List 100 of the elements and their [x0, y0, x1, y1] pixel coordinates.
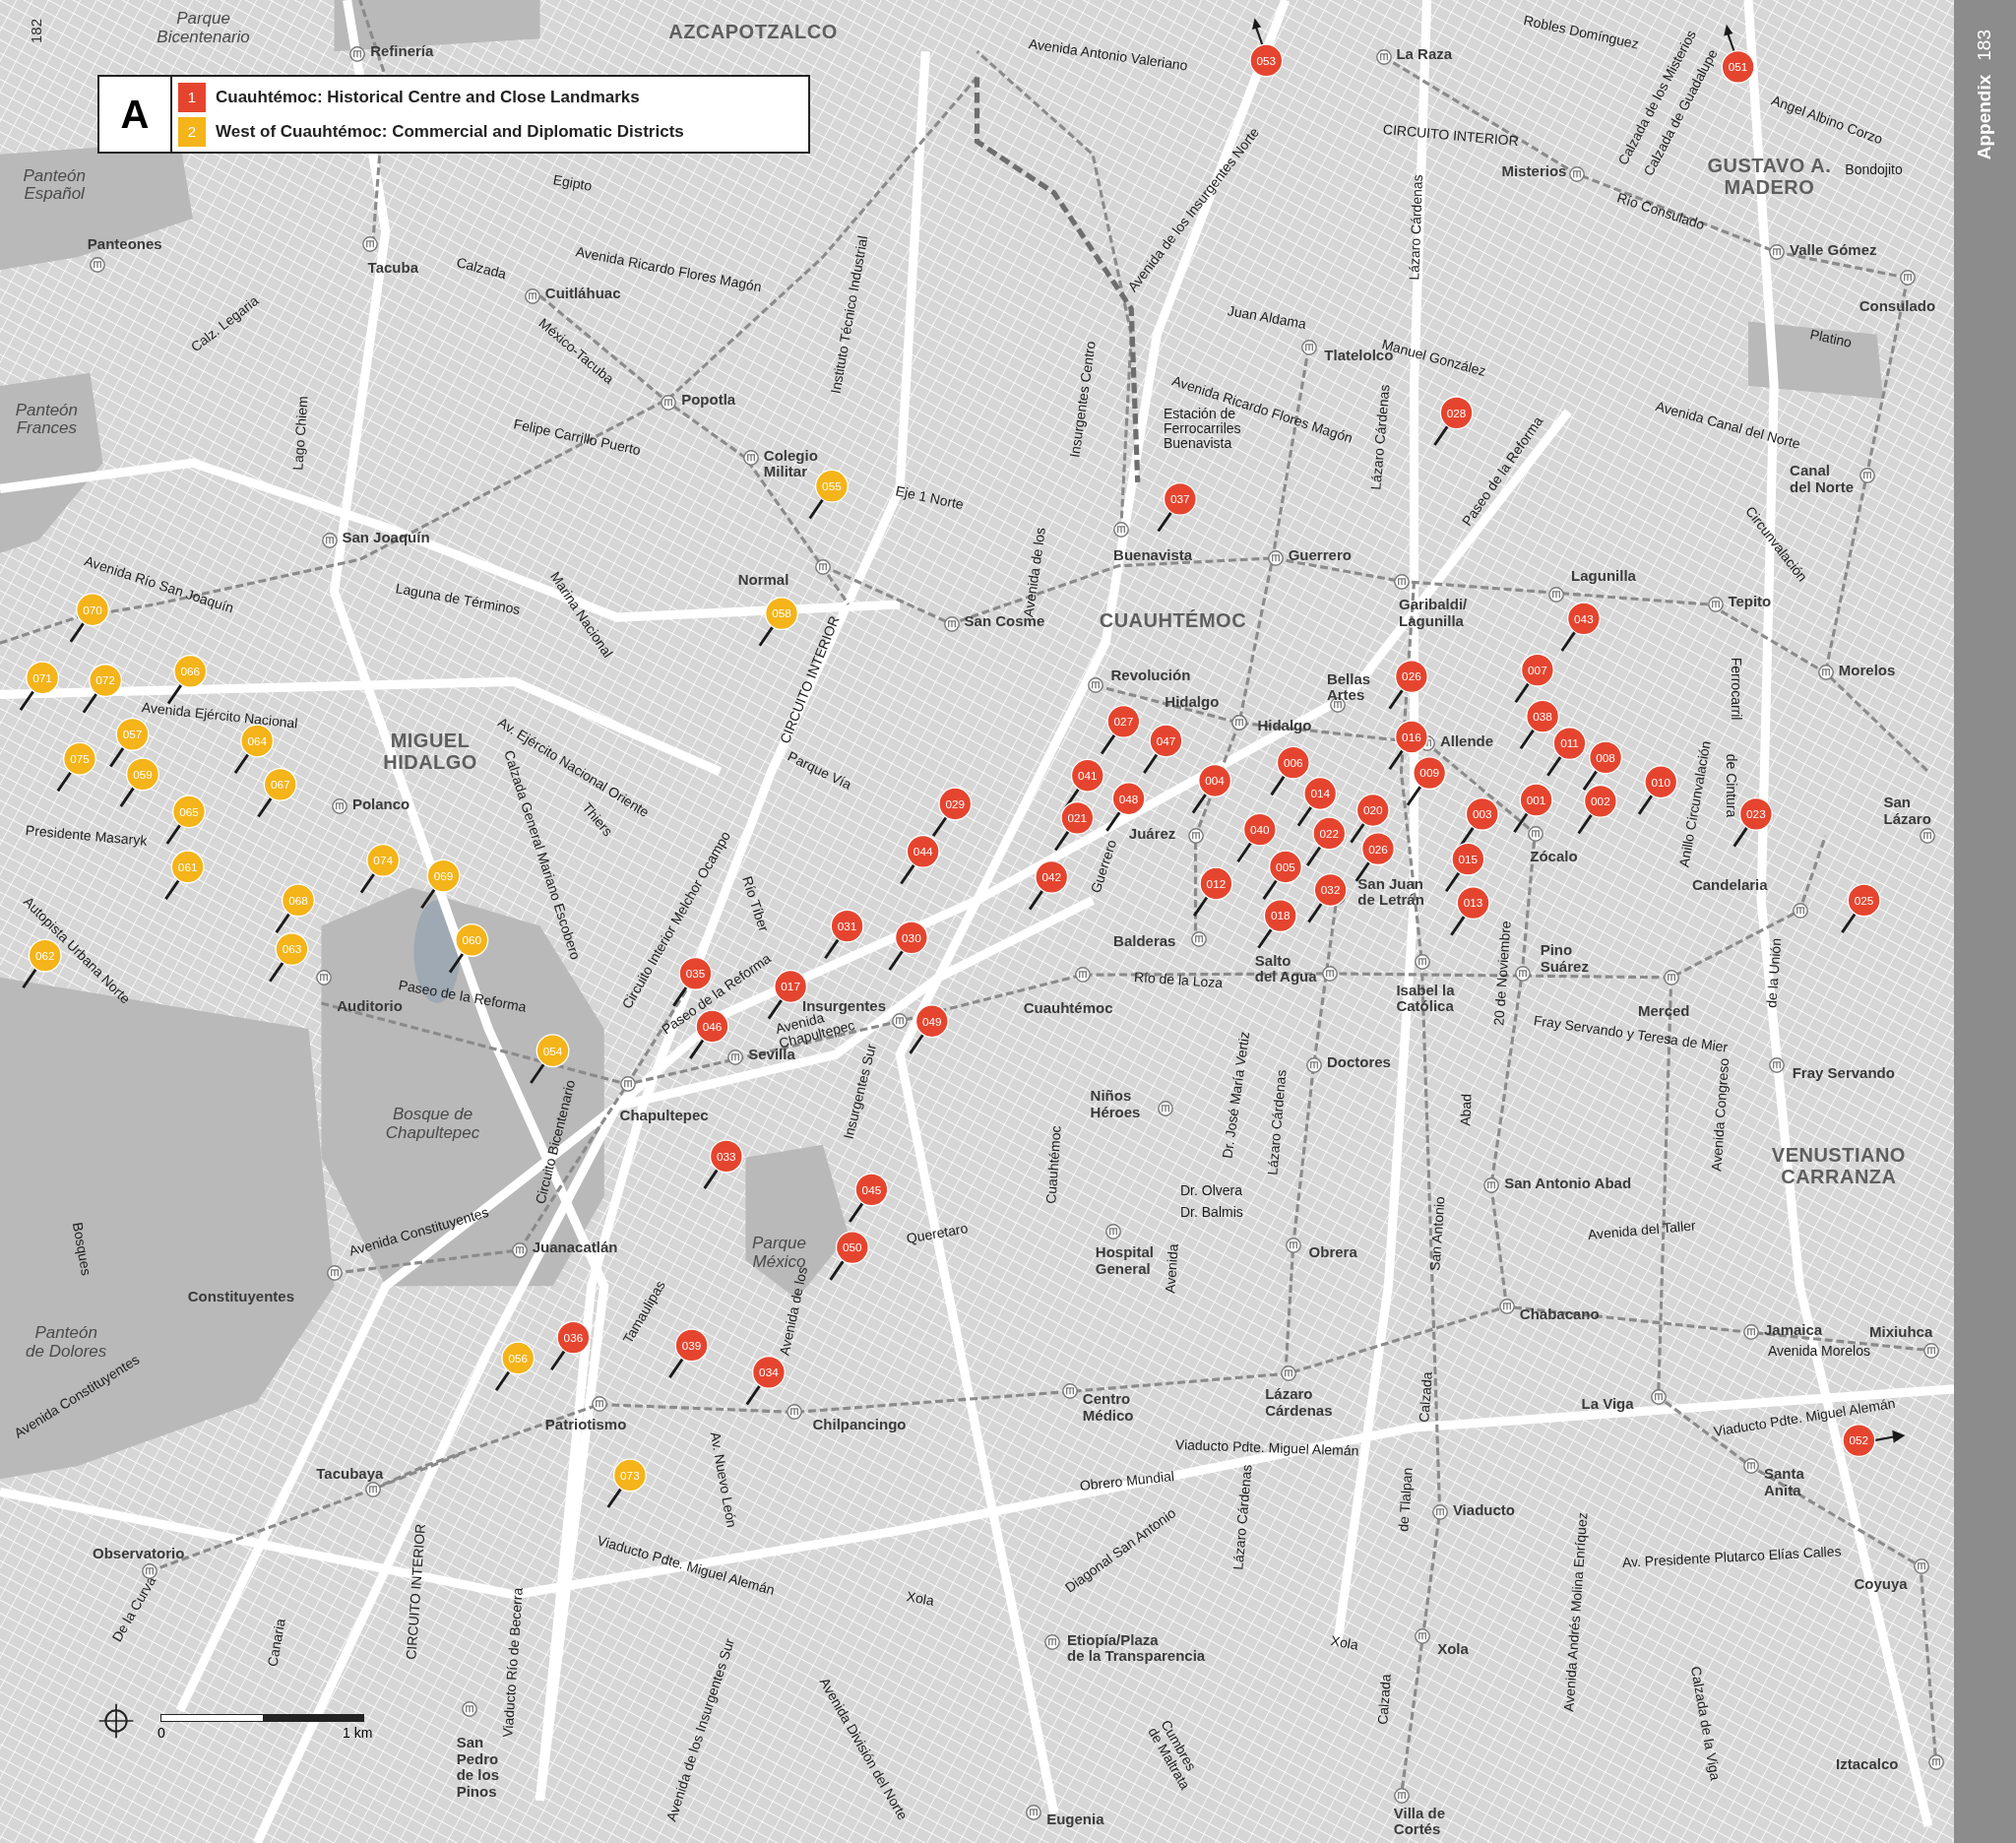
map-pin: 072 — [82, 664, 123, 714]
crosshair-icon — [96, 1701, 136, 1741]
map-pin: 005 — [1262, 850, 1302, 900]
street-label: CIRCUITO INTERIOR — [404, 1523, 429, 1661]
street-label: Eje 1 Norte — [894, 483, 966, 513]
map-pin: 039 — [668, 1328, 709, 1378]
page-number: 182 — [28, 18, 44, 43]
station-label: Santa Anita — [1764, 1466, 1804, 1498]
section-title: Appendix — [1974, 74, 1995, 160]
station-label: Balderas — [1113, 933, 1176, 950]
station-label: Lázaro Cárdenas — [1265, 1386, 1333, 1419]
station-label: Zócalo — [1530, 849, 1578, 865]
station-label: Iztacalco — [1836, 1756, 1899, 1773]
station-label: Eugenia — [1046, 1811, 1104, 1828]
map-pin: 061 — [164, 850, 205, 900]
street-label: Calzada — [1375, 1673, 1395, 1725]
street-label: Bosques — [69, 1221, 94, 1277]
map-pin: 040 — [1236, 812, 1277, 863]
street-label: Angel Albino Corzo — [1769, 93, 1885, 148]
street-label: Platino — [1808, 326, 1854, 350]
map-pin: 030 — [888, 921, 928, 971]
map-pin: 070 — [69, 593, 109, 643]
station-label: Obrera — [1308, 1244, 1357, 1261]
map-pin: 073 — [606, 1458, 647, 1508]
station-label: La Raza — [1396, 46, 1453, 63]
street-label: Insurgentes Centro — [1067, 340, 1100, 459]
map-pin: 075 — [56, 741, 96, 793]
map-pin: 050 — [829, 1231, 869, 1281]
street-label: Instituto Técnico Industrial — [828, 234, 871, 395]
station-label: Observatorio — [93, 1546, 185, 1562]
map-pin: 060 — [448, 922, 489, 974]
map-pin: 069 — [420, 858, 461, 910]
station-label: Merced — [1638, 1002, 1690, 1020]
street-label: 20 de Noviembre — [1491, 921, 1514, 1027]
scale-label: 0 — [158, 1725, 165, 1741]
station-label: Centro Médico — [1082, 1391, 1134, 1425]
map-pin: 006 — [1270, 745, 1310, 796]
map-pin: 027 — [1101, 704, 1141, 755]
map-pin: 058 — [758, 597, 798, 647]
street-label: Dr. José María Vertiz — [1220, 1030, 1253, 1160]
map-pin: 044 — [900, 834, 940, 885]
off-map-pin: 052 — [1842, 1424, 1906, 1458]
station-label: Constituyentes — [187, 1288, 295, 1305]
street-label: de la Unión — [1764, 937, 1785, 1009]
station-label: Polanco — [351, 795, 410, 812]
district-label: MIGUEL HIDALGO — [383, 729, 477, 773]
map-pin: 004 — [1191, 763, 1232, 814]
map-pin: 028 — [1433, 396, 1474, 446]
station-label: Buenavista — [1113, 547, 1193, 564]
map-pin: 034 — [745, 1355, 786, 1406]
street-label: Viaducto Río de Becerra — [500, 1586, 527, 1738]
map-pin: 036 — [550, 1320, 591, 1371]
map-pin: 063 — [269, 932, 309, 983]
station-label: Misterios — [1501, 162, 1567, 180]
station-label: Villa de Cortés — [1393, 1805, 1446, 1838]
station-label: San Lázaro — [1883, 794, 1931, 828]
district-label: GUSTAVO A. MADERO — [1707, 154, 1832, 198]
street-label: Obrero Mundial — [1079, 1468, 1175, 1494]
station-label: Fray Servando — [1792, 1064, 1895, 1081]
map-pin: 068 — [275, 883, 315, 933]
park-label: Bosque de Chapultepec — [385, 1106, 480, 1143]
street-label: Felipe Carrillo Puerto — [512, 416, 643, 459]
map-pin: 032 — [1307, 873, 1348, 923]
station-label: Chilpancingo — [812, 1417, 907, 1433]
station-label: Niños Héroes — [1090, 1088, 1141, 1120]
street-label: Lázaro Cárdenas — [1407, 174, 1426, 281]
street-label: Avenida de los — [1021, 527, 1049, 618]
station-label: Chapultepec — [619, 1107, 709, 1124]
street-label: Xola — [905, 1589, 935, 1610]
map-pin: 055 — [808, 469, 849, 520]
street-label: Canaria — [265, 1617, 288, 1668]
station-label: Valle Gómez — [1790, 241, 1877, 259]
map-pin: 033 — [703, 1139, 743, 1189]
legend-text: West of Cuauhtémoc: Commercial and Diplomatic Districts — [216, 121, 684, 142]
map-pin: 065 — [165, 794, 206, 845]
map-pin: 016 — [1388, 720, 1428, 770]
map-pin: 022 — [1305, 816, 1347, 866]
street-label: Río Tíber — [738, 874, 771, 934]
map-pin: 002 — [1577, 784, 1617, 835]
street-label: Viaducto Pdte. Miguel Alemán — [1174, 1437, 1359, 1460]
map-pin: 041 — [1064, 758, 1104, 809]
district-label: VENUSTIANO CARRANZA — [1771, 1144, 1906, 1188]
map-pin: 025 — [1841, 883, 1881, 933]
map-pin: 056 — [494, 1341, 536, 1391]
street-label: Bondojito — [1845, 161, 1903, 177]
off-map-pin: 053 — [1249, 18, 1284, 78]
station-label: Coyuya — [1854, 1576, 1908, 1593]
street-label: Lago Chiem — [290, 396, 311, 472]
map-pin: 031 — [824, 909, 864, 960]
map-pin: 011 — [1546, 727, 1587, 777]
street-label: Avenida Andrés Molina Enríquez — [1560, 1511, 1591, 1712]
station-label: Chabacano — [1519, 1306, 1600, 1323]
station-label: Tacuba — [367, 259, 418, 277]
station-label: Bellas Artes — [1326, 670, 1371, 704]
map-pin: 074 — [359, 843, 401, 894]
map-pin: 059 — [119, 757, 159, 807]
street-label: Lázaro Cárdenas — [1230, 1463, 1255, 1571]
map-pin: 007 — [1514, 653, 1554, 704]
street-label: Dr. Olvera — [1180, 1182, 1242, 1198]
station-label: Doctores — [1326, 1054, 1391, 1071]
